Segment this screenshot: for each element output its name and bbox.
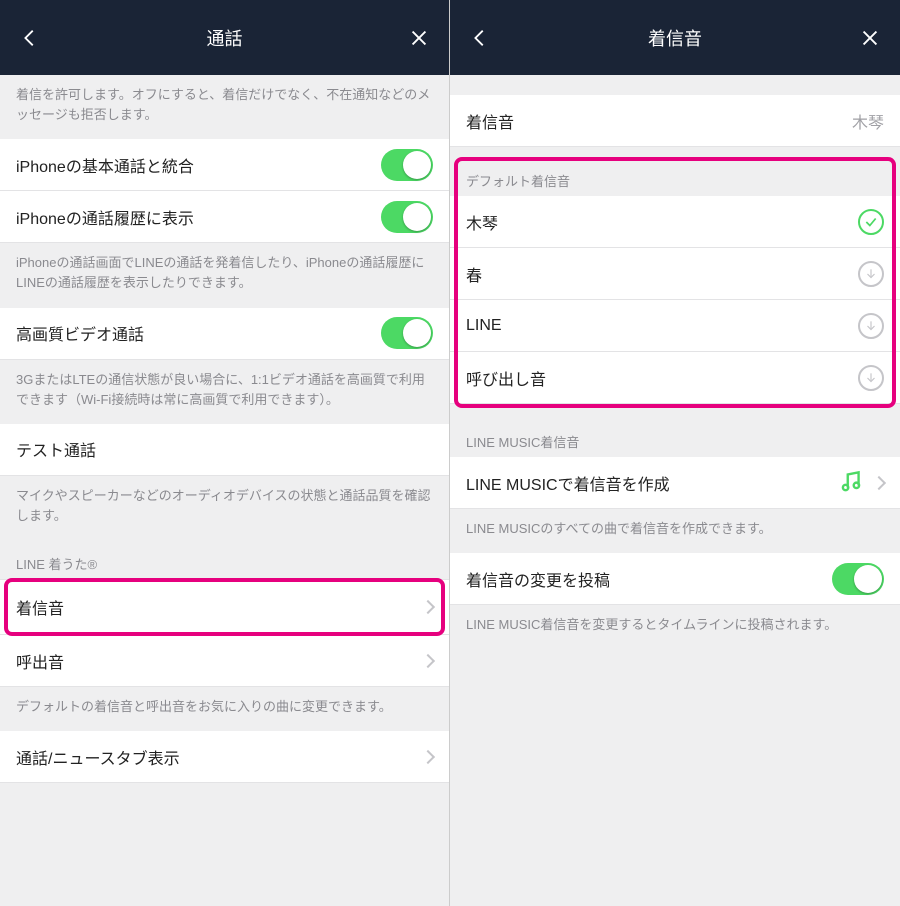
row-line-music-create[interactable]: LINE MUSICで着信音を作成 [450, 457, 900, 509]
download-icon[interactable] [858, 313, 884, 339]
default-tones-header: デフォルト着信音 [450, 153, 900, 196]
header: 通話 [0, 0, 449, 75]
chevron-right-icon [421, 600, 435, 614]
page-title: 通話 [207, 25, 243, 51]
tone-label: 木琴 [466, 210, 498, 234]
incoming-permission-note: 着信を許可します。オフにすると、着信だけでなく、不在通知などのメッセージも拒否し… [0, 75, 449, 139]
test-call-note: マイクやスピーカーなどのオーディオデバイスの状態と通話品質を確認します。 [0, 476, 449, 540]
close-icon [859, 27, 881, 49]
download-icon[interactable] [858, 261, 884, 287]
tone-row[interactable]: 春 [450, 248, 900, 300]
line-music-create-label: LINE MUSICで着信音を作成 [466, 471, 670, 495]
chevron-right-icon [421, 654, 435, 668]
post-change-label: 着信音の変更を投稿 [466, 567, 610, 591]
row-test-call[interactable]: テスト通話 [0, 424, 449, 476]
row-iphone-history[interactable]: iPhoneの通話履歴に表示 [0, 191, 449, 243]
tone-row[interactable]: 木琴 [450, 196, 900, 248]
tone-row[interactable]: 呼び出し音 [450, 352, 900, 404]
row-post-change[interactable]: 着信音の変更を投稿 [450, 553, 900, 605]
close-button[interactable] [389, 0, 449, 75]
chevron-left-icon [469, 27, 491, 49]
tone-label: 春 [466, 262, 482, 286]
close-icon [408, 27, 430, 49]
line-uta-header: LINE 着うた® [0, 540, 449, 579]
page-title: 着信音 [648, 25, 702, 51]
download-icon[interactable] [858, 365, 884, 391]
back-button[interactable] [0, 0, 60, 75]
row-hq-video[interactable]: 高画質ビデオ通話 [0, 308, 449, 360]
selected-check-icon [858, 209, 884, 235]
tone-row[interactable]: LINE [450, 300, 900, 352]
header: 着信音 [450, 0, 900, 75]
default-tones-section: デフォルト着信音 木琴 春 LINE 呼び出し音 [450, 153, 900, 404]
post-change-toggle[interactable] [832, 563, 884, 595]
ringtone-label: 着信音 [16, 595, 64, 619]
current-ringtone-label: 着信音 [466, 109, 514, 133]
ring-note: デフォルトの着信音と呼出音をお気に入りの曲に変更できます。 [0, 687, 449, 731]
music-note-icon [838, 468, 864, 498]
call-settings-pane: 通話 着信を許可します。オフにすると、着信だけでなく、不在通知などのメッセージも… [0, 0, 450, 906]
chevron-right-icon [421, 750, 435, 764]
content-scroll[interactable]: 着信を許可します。オフにすると、着信だけでなく、不在通知などのメッセージも拒否し… [0, 75, 449, 906]
post-change-note: LINE MUSIC着信音を変更するとタイムラインに投稿されます。 [450, 605, 900, 649]
outgoing-label: 呼出音 [16, 649, 64, 673]
close-button[interactable] [840, 0, 900, 75]
row-iphone-integrate[interactable]: iPhoneの基本通話と統合 [0, 139, 449, 191]
current-ringtone-value: 木琴 [852, 109, 884, 133]
news-tab-label: 通話/ニュースタブ表示 [16, 745, 180, 769]
test-call-label: テスト通話 [16, 437, 96, 461]
tone-label: LINE [466, 317, 502, 335]
back-button[interactable] [450, 0, 510, 75]
chevron-left-icon [19, 27, 41, 49]
ringtone-section: 着信音 [0, 579, 449, 635]
ringtone-settings-pane: 着信音 着信音 木琴 デフォルト着信音 木琴 春 [450, 0, 900, 906]
content-scroll[interactable]: 着信音 木琴 デフォルト着信音 木琴 春 LINE [450, 75, 900, 906]
row-outgoing[interactable]: 呼出音 [0, 635, 449, 687]
line-music-header: LINE MUSIC着信音 [450, 404, 900, 457]
iphone-history-note: iPhoneの通話画面でLINEの通話を発着信したり、iPhoneの通話履歴にL… [0, 243, 449, 307]
hq-video-note: 3GまたはLTEの通信状態が良い場合に、1:1ビデオ通話を高画質で利用できます（… [0, 360, 449, 424]
row-current-ringtone[interactable]: 着信音 木琴 [450, 95, 900, 147]
hq-video-label: 高画質ビデオ通話 [16, 321, 144, 345]
hq-video-toggle[interactable] [381, 317, 433, 349]
iphone-history-toggle[interactable] [381, 201, 433, 233]
iphone-integrate-toggle[interactable] [381, 149, 433, 181]
chevron-right-icon [872, 475, 886, 489]
row-news-tab[interactable]: 通話/ニュースタブ表示 [0, 731, 449, 783]
line-music-note: LINE MUSICのすべての曲で着信音を作成できます。 [450, 509, 900, 553]
ringtone-highlight [4, 578, 445, 636]
tone-label: 呼び出し音 [466, 366, 546, 390]
iphone-integrate-label: iPhoneの基本通話と統合 [16, 153, 194, 177]
row-ringtone[interactable]: 着信音 [0, 579, 449, 635]
iphone-history-label: iPhoneの通話履歴に表示 [16, 205, 194, 229]
